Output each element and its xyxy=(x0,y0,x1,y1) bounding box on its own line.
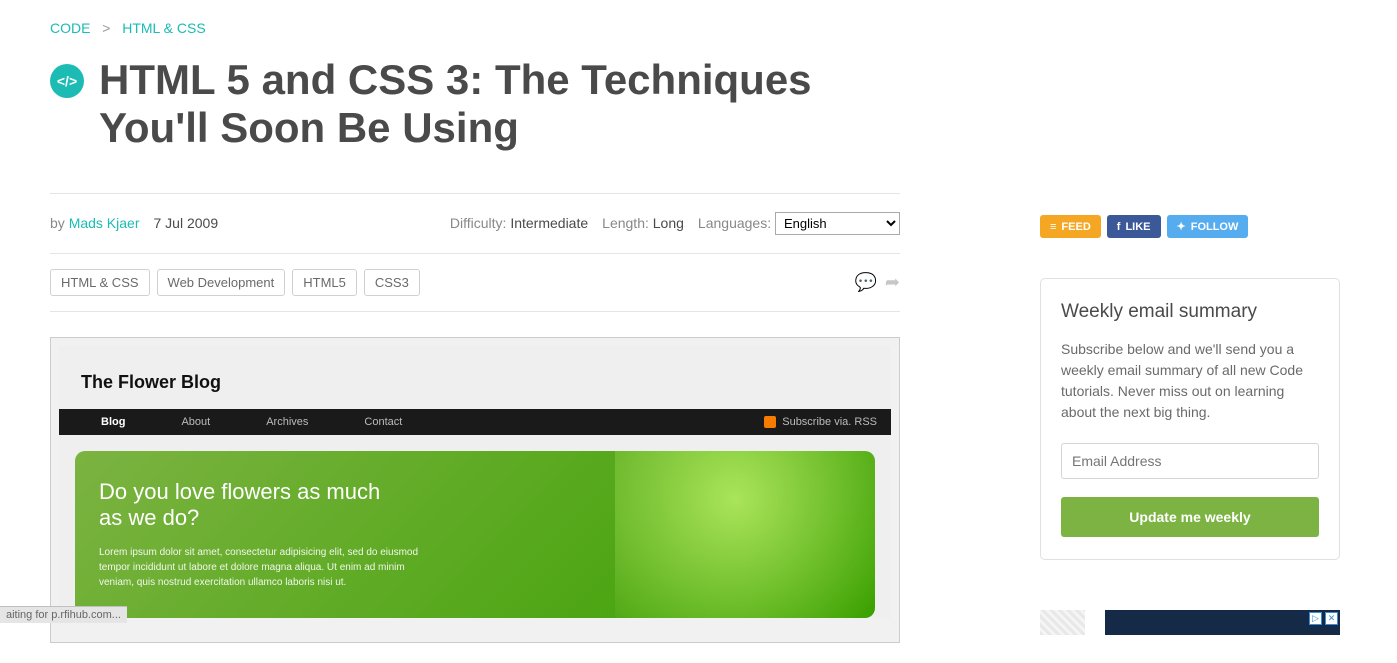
rss-icon: ≡ xyxy=(1050,221,1056,233)
hero-nav-contact: Contact xyxy=(336,416,430,428)
tag-htmlcss[interactable]: HTML & CSS xyxy=(50,269,150,296)
hero-rss: Subscribe via. RSS xyxy=(764,416,877,428)
difficulty-label: Difficulty: xyxy=(450,215,507,231)
hero-lorem: Lorem ipsum dolor sit amet, consectetur … xyxy=(99,545,419,590)
newsletter-card: Weekly email summary Subscribe below and… xyxy=(1040,278,1340,560)
breadcrumb-code[interactable]: CODE xyxy=(50,20,90,36)
facebook-icon: f xyxy=(1117,221,1121,233)
newsletter-heading: Weekly email summary xyxy=(1061,301,1319,323)
languages-label: Languages: xyxy=(698,215,771,231)
share-icon[interactable]: ➦ xyxy=(885,272,900,293)
twitter-icon: ✦ xyxy=(1177,220,1186,233)
breadcrumb-sep: > xyxy=(98,20,114,36)
ad-close-icon[interactable]: ✕ xyxy=(1325,612,1338,625)
tag-html5[interactable]: HTML5 xyxy=(292,269,357,296)
comment-icon[interactable]: 💬 xyxy=(854,272,876,293)
hero-nav-archives: Archives xyxy=(238,416,336,428)
feed-button[interactable]: ≡ FEED xyxy=(1040,215,1101,238)
tag-css3[interactable]: CSS3 xyxy=(364,269,420,296)
hero-nav-about: About xyxy=(153,416,238,428)
hero-nav: Blog About Archives Contact Subscribe vi… xyxy=(59,409,891,435)
by-label: by xyxy=(50,215,65,231)
author-link[interactable]: Mads Kjaer xyxy=(69,215,140,231)
hero-heading: Do you love flowers as much as we do? xyxy=(99,479,399,531)
language-select[interactable]: English xyxy=(775,212,900,235)
social-buttons: ≡ FEED f LIKE ✦ FOLLOW xyxy=(1040,215,1340,238)
breadcrumb-htmlcss[interactable]: HTML & CSS xyxy=(122,20,206,36)
hero-nav-blog: Blog xyxy=(73,416,153,428)
ad-info-icon[interactable]: ▷ xyxy=(1309,612,1322,625)
follow-button[interactable]: ✦ FOLLOW xyxy=(1167,215,1249,238)
code-icon: </> xyxy=(50,64,84,98)
tags-list: HTML & CSS Web Development HTML5 CSS3 xyxy=(50,269,854,296)
hero-card: Do you love flowers as much as we do? Lo… xyxy=(75,451,875,618)
hero-image: The Flower Blog Blog About Archives Cont… xyxy=(50,337,900,643)
breadcrumb: CODE > HTML & CSS xyxy=(50,20,900,36)
newsletter-body: Subscribe below and we'll send you a wee… xyxy=(1061,339,1319,423)
page-title: HTML 5 and CSS 3: The Techniques You'll … xyxy=(99,56,900,153)
length-value: Long xyxy=(653,215,684,231)
rss-icon xyxy=(764,416,776,428)
difficulty-value: Intermediate xyxy=(510,215,588,231)
update-button[interactable]: Update me weekly xyxy=(1061,497,1319,537)
publish-date: 7 Jul 2009 xyxy=(154,215,219,231)
like-button[interactable]: f LIKE xyxy=(1107,215,1161,238)
length-label: Length: xyxy=(602,215,649,231)
tag-webdev[interactable]: Web Development xyxy=(157,269,286,296)
email-input[interactable] xyxy=(1061,443,1319,479)
hero-blog-title: The Flower Blog xyxy=(81,372,869,393)
meta-row: by Mads Kjaer 7 Jul 2009 Difficulty: Int… xyxy=(50,193,900,254)
status-bar: aiting for p.rfihub.com... xyxy=(0,606,127,623)
